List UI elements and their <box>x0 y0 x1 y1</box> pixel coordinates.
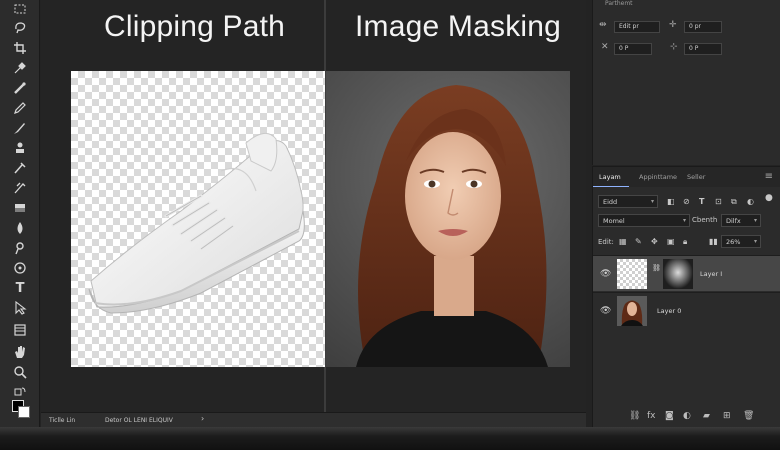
filter-shape-icon[interactable]: ⊡ <box>715 197 722 206</box>
kind-filter-dropdown[interactable]: Eidd ▾ <box>598 195 658 208</box>
clone-stamp-tool-icon[interactable] <box>11 140 29 156</box>
pen-tool-icon[interactable] <box>11 260 29 276</box>
dodge-tool-icon[interactable] <box>11 240 29 256</box>
lock-all-icon[interactable]: 🔒︎ <box>683 237 687 247</box>
eyedropper-tool-icon[interactable] <box>11 60 29 76</box>
spot-healing-tool-icon[interactable] <box>11 80 29 96</box>
layer-style-icon[interactable]: fx <box>647 411 656 421</box>
chevron-down-icon: ▾ <box>682 217 686 224</box>
tab-layers[interactable]: Layam <box>599 173 621 181</box>
height-field[interactable]: 0 P <box>614 43 652 55</box>
panel-menu-icon[interactable]: ≡ <box>765 171 773 182</box>
lock-label: Edit: <box>598 238 614 246</box>
layers-footer: ⛓︎ fx ◙ ◐ ▰ ⊞ 🗑︎ <box>593 407 780 427</box>
lasso-tool-icon[interactable] <box>11 20 29 36</box>
art-history-tool-icon[interactable] <box>11 180 29 196</box>
filter-on-icon[interactable]: ● <box>765 193 773 203</box>
layer-name: Layer I <box>700 270 723 278</box>
lock-position-icon[interactable]: ✥ <box>651 237 658 246</box>
new-group-icon[interactable]: ▰ <box>703 411 710 421</box>
status-info: Detor OL LENI ELIQUIV <box>105 417 173 424</box>
lock-artboard-icon[interactable]: ▣ <box>667 237 675 246</box>
filter-smart-icon[interactable]: ⧉ <box>731 197 737 207</box>
portrait-image <box>326 71 570 367</box>
chevron-down-icon: ▾ <box>753 238 757 245</box>
link-layers-icon[interactable]: ⛓︎ <box>629 411 640 421</box>
lock-extra-icon[interactable]: ▮▮ <box>709 237 718 246</box>
tab-channels[interactable]: Seller <box>687 173 705 181</box>
clipping-path-title: Clipping Path <box>104 10 286 43</box>
status-bar: Ticlle Lin Detor OL LENI ELIQUIV › <box>41 412 586 427</box>
hand-tool-icon[interactable] <box>11 344 29 360</box>
switch-colors-icon[interactable] <box>11 384 29 400</box>
photoshop-window: T Clipping Path Image Masking Ticlle Lin… <box>0 0 780 450</box>
active-tab-indicator <box>593 186 629 187</box>
lock-transparent-icon[interactable]: ▦ <box>619 237 627 246</box>
lock-pixels-icon[interactable]: ✎ <box>635 237 642 246</box>
blend-mode-dropdown[interactable]: Momel ▾ <box>598 214 690 227</box>
filter-type-icon[interactable]: T <box>699 197 704 206</box>
rectangle-tool-icon[interactable] <box>11 322 29 338</box>
close-icon[interactable]: ✕ <box>601 42 609 52</box>
layers-tabs: Layam Appinttame Seller ≡ <box>593 167 780 187</box>
opacity-label: Cbenth <box>692 216 718 224</box>
transparent-background <box>71 71 325 367</box>
filter-adjustment-icon[interactable]: ⊘ <box>683 197 690 206</box>
crop-tool-icon[interactable] <box>11 40 29 56</box>
type-tool-icon[interactable]: T <box>11 280 29 296</box>
anchor-icon[interactable]: ⊹ <box>670 42 678 52</box>
link-icon[interactable]: ⇹ <box>599 20 607 30</box>
document-canvas[interactable]: Clipping Path Image Masking Ticlle Lin D… <box>41 0 586 427</box>
move-icon[interactable]: ✛ <box>669 20 677 30</box>
filter-pixel-icon[interactable]: ◧ <box>667 197 675 206</box>
delete-layer-icon[interactable]: 🗑︎ <box>743 411 754 421</box>
background-color-swatch[interactable] <box>18 406 30 418</box>
window-bezel <box>0 427 780 450</box>
layer-row-mask[interactable]: 👁︎ ⛓︎ Layer I <box>593 255 780 291</box>
y-field[interactable]: 0 P <box>684 43 722 55</box>
fill-value-dropdown[interactable]: 26% ▾ <box>721 235 761 248</box>
new-layer-icon[interactable]: ⊞ <box>723 411 731 421</box>
tab-adjustments[interactable]: Appinttame <box>639 173 677 181</box>
mask-link-icon[interactable]: ⛓︎ <box>652 264 661 272</box>
blur-tool-icon[interactable] <box>11 220 29 236</box>
mask-thumbnail[interactable] <box>663 259 693 289</box>
x-field[interactable]: 0 pr <box>684 21 722 33</box>
path-selection-tool-icon[interactable] <box>11 300 29 316</box>
adjustment-layer-icon[interactable]: ◐ <box>683 411 691 421</box>
sneaker-image <box>88 132 305 314</box>
visibility-eye-icon[interactable]: 👁︎ <box>600 269 611 279</box>
width-field[interactable]: Edit pr <box>614 21 660 33</box>
layer-thumbnail <box>617 296 647 326</box>
status-doc-name: Ticlle Lin <box>49 417 76 424</box>
tools-toolbar: T <box>0 0 40 427</box>
eraser-tool-icon[interactable] <box>11 200 29 216</box>
fill-dropdown[interactable]: Dilfx ▾ <box>721 214 761 227</box>
layer-name: Layer 0 <box>657 307 682 315</box>
layer-row-background[interactable]: 👁︎ Layer 0 <box>593 292 780 328</box>
image-masking-title: Image Masking <box>355 10 562 43</box>
zoom-tool-icon[interactable] <box>11 364 29 380</box>
properties-header: Parthemt <box>605 0 633 7</box>
chevron-down-icon: ▾ <box>650 198 654 205</box>
filter-toggle-icon[interactable]: ◐ <box>747 197 754 206</box>
add-mask-icon[interactable]: ◙ <box>665 411 674 421</box>
marquee-tool-icon[interactable] <box>11 2 29 18</box>
brush-tool-icon[interactable] <box>11 120 29 136</box>
visibility-eye-icon[interactable]: 👁︎ <box>600 306 611 316</box>
properties-panel: Parthemt ⇹ Edit pr ✛ 0 pr ✕ 0 P ⊹ 0 P <box>592 0 780 165</box>
status-arrow-icon[interactable]: › <box>201 414 204 423</box>
layers-panel: Layam Appinttame Seller ≡ Eidd ▾ ◧ ⊘ T ⊡ … <box>592 166 780 427</box>
history-brush-tool-icon[interactable] <box>11 160 29 176</box>
layer-thumbnail <box>617 259 647 289</box>
chevron-down-icon: ▾ <box>753 217 757 224</box>
pencil-tool-icon[interactable] <box>11 100 29 116</box>
